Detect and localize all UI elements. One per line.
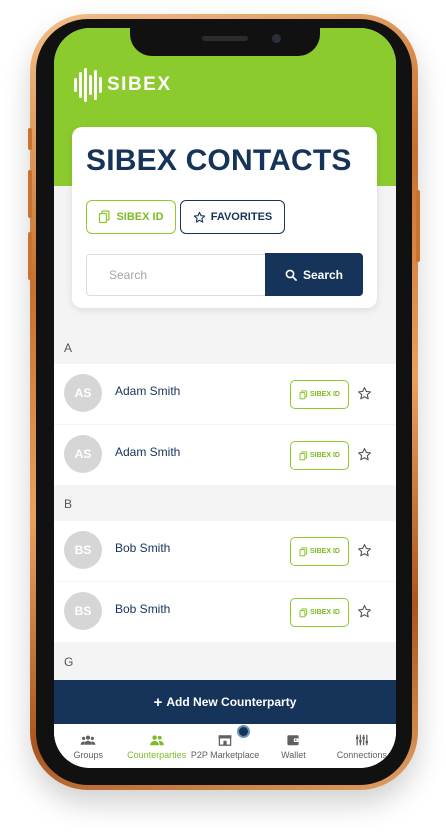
volume-down-button [28,232,32,280]
contact-name: Bob Smith [115,541,171,555]
sibex-id-button[interactable]: SIBEX ID [290,537,349,566]
tab-groups-label: Groups [73,750,103,760]
add-counterparty-label: Add New Counterparty [166,695,297,709]
notch [130,28,320,56]
favorite-star-icon[interactable] [357,447,372,462]
logo-text: SIBEX [107,74,172,95]
power-button [416,190,420,262]
sibex-id-label: SIBEX ID [310,452,340,459]
plus-icon: + [153,693,163,711]
sibex-id-label: SIBEX ID [310,609,340,616]
tab-wallet[interactable]: Wallet [259,724,327,768]
section-header-g: G [64,655,74,669]
contact-row[interactable]: AS Adam Smith SIBEX ID [54,425,396,485]
copy-icon [299,607,308,617]
volume-button [28,128,32,150]
sibex-id-label: SIBEX ID [310,548,340,555]
bottom-tab-bar: Groups Counterparties P2P Marketplace Wa… [54,724,396,768]
page-title: SIBEX CONTACTS [86,144,352,177]
avatar: AS [64,435,102,473]
copy-icon [299,450,308,460]
contact-name: Adam Smith [115,445,181,459]
search-icon [285,269,297,281]
contact-row[interactable]: BS Bob Smith SIBEX ID [54,582,396,642]
avatar: BS [64,592,102,630]
search-input[interactable] [86,254,266,296]
connections-icon [355,734,368,746]
favorite-star-icon[interactable] [357,543,372,558]
logo-bars-icon [74,68,102,102]
tab-wallet-label: Wallet [281,750,306,760]
favorite-star-icon[interactable] [357,386,372,401]
contact-row[interactable]: BS Bob Smith SIBEX ID [54,521,396,581]
section-header-a: A [64,341,73,355]
sibex-id-button[interactable]: SIBEX ID [290,441,349,470]
copy-icon [99,210,111,224]
groups-icon [80,735,96,745]
add-counterparty-button[interactable]: + Add New Counterparty [54,680,396,724]
tab-connections-label: Connections [336,750,387,760]
contact-name: Adam Smith [115,384,181,398]
app-screen: SIBEX SIBEX CONTACTS SIBEX ID FAVORITES … [54,28,396,768]
section-header-b: B [64,497,73,511]
wallet-icon [287,735,300,746]
contacts-card: SIBEX CONTACTS SIBEX ID FAVORITES Search [72,127,377,308]
tab-p2p-marketplace-label: P2P Marketplace [190,750,260,760]
search-button[interactable]: Search [265,253,363,296]
tab-groups[interactable]: Groups [54,724,122,768]
contact-row[interactable]: AS Adam Smith SIBEX ID [54,364,396,424]
marketplace-icon [218,735,232,746]
sibex-id-button[interactable]: SIBEX ID [290,380,349,409]
volume-up-button [28,170,32,218]
contact-name: Bob Smith [115,602,171,616]
copy-icon [299,546,308,556]
tab-counterparties-label: Counterparties [127,750,187,760]
favorite-star-icon[interactable] [357,604,372,619]
notification-badge [237,725,250,738]
tab-counterparties[interactable]: Counterparties [122,724,190,768]
avatar: AS [64,374,102,412]
copy-icon [299,389,308,399]
speaker [202,36,248,41]
front-camera [272,34,281,43]
avatar: BS [64,531,102,569]
sibex-id-filter-label: SIBEX ID [116,211,164,223]
sibex-id-label: SIBEX ID [310,391,340,398]
favorites-filter-label: FAVORITES [210,211,273,223]
favorites-filter-button[interactable]: FAVORITES [180,200,285,234]
sibex-logo: SIBEX [74,68,172,102]
counterparties-icon [149,735,164,746]
sibex-id-button[interactable]: SIBEX ID [290,598,349,627]
star-icon [193,211,205,223]
tab-connections[interactable]: Connections [328,724,396,768]
sibex-id-filter-button[interactable]: SIBEX ID [86,200,176,234]
search-button-label: Search [302,267,344,282]
